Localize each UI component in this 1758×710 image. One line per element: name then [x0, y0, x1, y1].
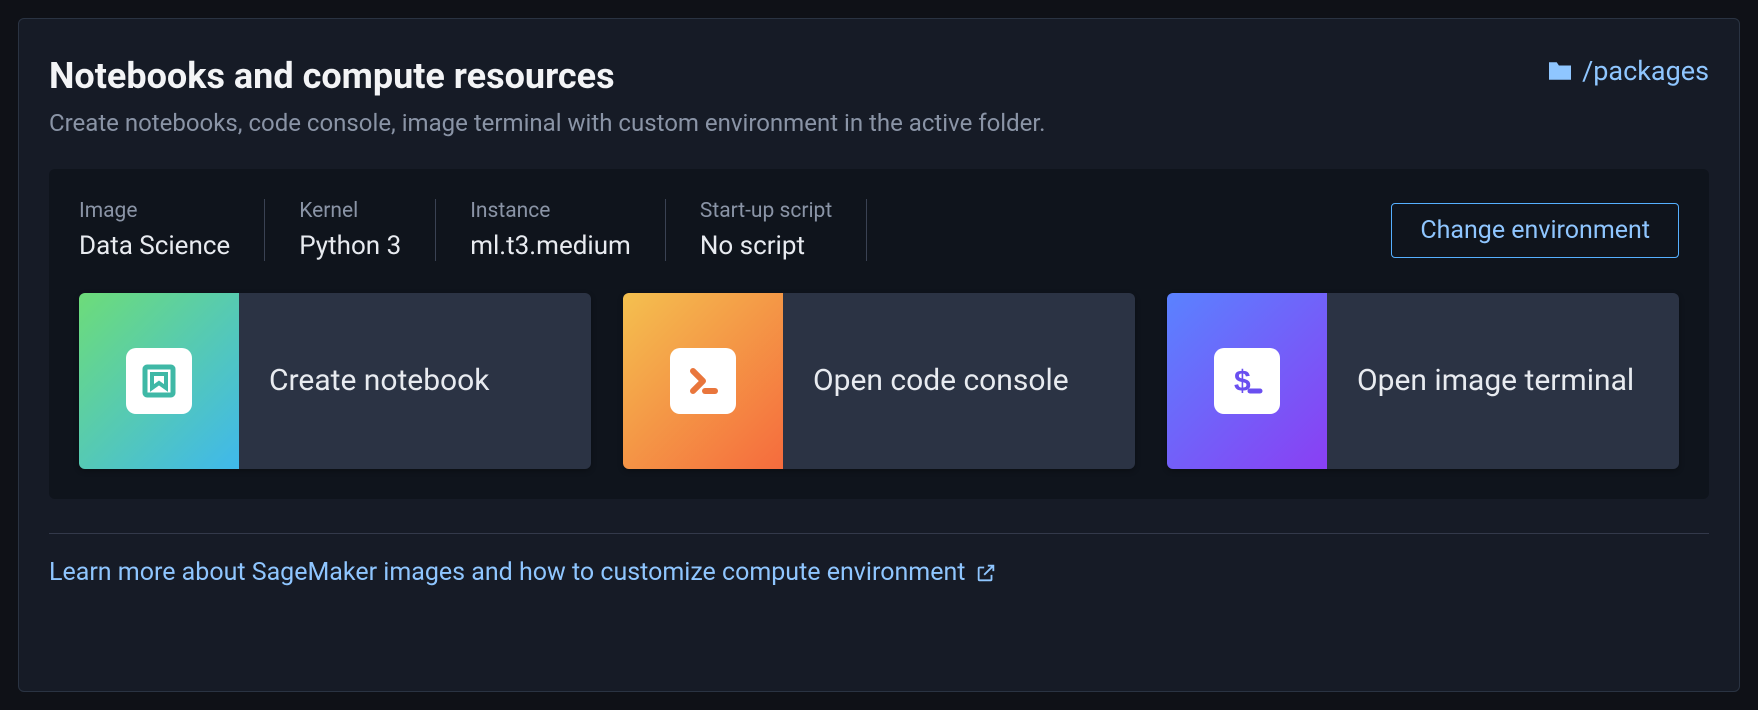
- open-image-terminal-label: Open image terminal: [1327, 293, 1679, 469]
- open-code-console-label: Open code console: [783, 293, 1135, 469]
- notebooks-panel: Notebooks and compute resources /package…: [18, 18, 1740, 692]
- active-folder-breadcrumb[interactable]: /packages: [1546, 55, 1709, 87]
- create-notebook-card[interactable]: Create notebook: [79, 293, 591, 469]
- divider: [49, 533, 1709, 534]
- svg-text:$: $: [1234, 365, 1251, 398]
- environment-box: Image Data Science Kernel Python 3 Insta…: [49, 169, 1709, 499]
- terminal-icon: $: [1214, 348, 1280, 414]
- env-kernel-value: Python 3: [299, 231, 401, 261]
- create-notebook-label: Create notebook: [239, 293, 591, 469]
- panel-subtitle: Create notebooks, code console, image te…: [49, 109, 1709, 137]
- env-kernel-label: Kernel: [299, 199, 401, 223]
- env-instance: Instance ml.t3.medium: [436, 199, 666, 261]
- console-icon: [670, 348, 736, 414]
- learn-more-link[interactable]: Learn more about SageMaker images and ho…: [49, 558, 997, 587]
- notebook-icon: [126, 348, 192, 414]
- folder-icon: [1546, 60, 1574, 82]
- panel-title: Notebooks and compute resources: [49, 55, 615, 97]
- env-startup-script: Start-up script No script: [666, 199, 867, 261]
- env-instance-value: ml.t3.medium: [470, 231, 631, 261]
- change-environment-button[interactable]: Change environment: [1391, 203, 1679, 258]
- env-script-label: Start-up script: [700, 199, 832, 223]
- learn-more-text: Learn more about SageMaker images and ho…: [49, 558, 965, 587]
- env-image-value: Data Science: [79, 231, 230, 261]
- env-image: Image Data Science: [79, 199, 265, 261]
- external-link-icon: [975, 562, 997, 584]
- env-script-value: No script: [700, 231, 832, 261]
- breadcrumb-path: /packages: [1582, 55, 1709, 87]
- env-kernel: Kernel Python 3: [265, 199, 436, 261]
- open-code-console-card[interactable]: Open code console: [623, 293, 1135, 469]
- env-image-label: Image: [79, 199, 230, 223]
- env-instance-label: Instance: [470, 199, 631, 223]
- open-image-terminal-card[interactable]: $ Open image terminal: [1167, 293, 1679, 469]
